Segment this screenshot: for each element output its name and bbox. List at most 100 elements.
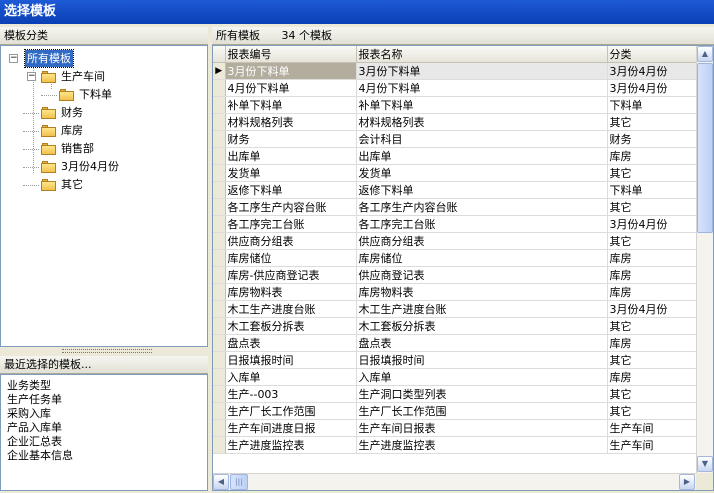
cell-report-name[interactable]: 补单下料单 (356, 96, 608, 114)
recent-templates-list[interactable]: 业务类型 生产任务单 采购入库 产品入库单 企业汇总表 企业基本信息 (0, 374, 208, 491)
cell-category[interactable]: 库房 (607, 334, 697, 352)
cell-report-id[interactable]: 库房储位 (225, 249, 357, 267)
cell-report-name[interactable]: 各工序生产内容台账 (356, 198, 608, 216)
table-row[interactable]: 木工套板分拆表 木工套板分拆表 其它 (213, 317, 697, 335)
cell-category[interactable]: 库房 (607, 147, 697, 165)
cell-category[interactable]: 其它 (607, 385, 697, 403)
cell-report-id[interactable]: 盘点表 (225, 334, 357, 352)
cell-report-name[interactable]: 生产洞口类型列表 (356, 385, 608, 403)
cell-report-name[interactable]: 3月份下料单 (356, 62, 608, 80)
recent-template-item[interactable]: 产品入库单 (7, 421, 62, 435)
cell-report-name[interactable]: 日报填报时间 (356, 351, 608, 369)
table-row[interactable]: 返修下料单 返修下料单 下料单 (213, 181, 697, 199)
table-row[interactable]: 各工序完工台账 各工序完工台账 3月份4月份 (213, 215, 697, 233)
tree-node[interactable]: 销售部 (1, 140, 207, 157)
cell-category[interactable]: 其它 (607, 351, 697, 369)
cell-category[interactable]: 其它 (607, 317, 697, 335)
column-header-category[interactable]: 分类 (607, 46, 697, 63)
cell-category[interactable]: 库房 (607, 368, 697, 386)
tree-node[interactable]: 库房 (1, 122, 207, 139)
cell-report-id[interactable]: 库房-供应商登记表 (225, 266, 357, 284)
table-row[interactable]: 生产车间进度日报 生产车间日报表 生产车间 (213, 419, 697, 437)
cell-category[interactable]: 生产车间 (607, 419, 697, 437)
recent-template-item[interactable]: 采购入库 (7, 407, 51, 421)
recent-template-item[interactable]: 企业基本信息 (7, 449, 73, 463)
cell-report-name[interactable]: 供应商登记表 (356, 266, 608, 284)
cell-report-id[interactable]: 生产厂长工作范围 (225, 402, 357, 420)
cell-category[interactable]: 其它 (607, 113, 697, 131)
cell-report-name[interactable]: 库房储位 (356, 249, 608, 267)
cell-category[interactable]: 库房 (607, 283, 697, 301)
cell-category[interactable]: 库房 (607, 249, 697, 267)
cell-report-name[interactable]: 盘点表 (356, 334, 608, 352)
cell-report-name[interactable]: 会计科目 (356, 130, 608, 148)
table-row[interactable]: 库房物料表 库房物料表 库房 (213, 283, 697, 301)
scroll-right-button[interactable]: ▶ (679, 474, 695, 490)
cell-report-id[interactable]: 返修下料单 (225, 181, 357, 199)
cell-category[interactable]: 生产车间 (607, 436, 697, 454)
cell-category[interactable]: 3月份4月份 (607, 215, 697, 233)
cell-report-id[interactable]: 库房物料表 (225, 283, 357, 301)
cell-report-name[interactable]: 发货单 (356, 164, 608, 182)
table-row[interactable]: 库房储位 库房储位 库房 (213, 249, 697, 267)
cell-report-id[interactable]: 3月份下料单 (225, 62, 357, 80)
cell-report-name[interactable]: 库房物料表 (356, 283, 608, 301)
tree-node[interactable]: 下料单 (1, 86, 207, 103)
table-row[interactable]: 发货单 发货单 其它 (213, 164, 697, 182)
table-row[interactable]: 4月份下料单 4月份下料单 3月份4月份 (213, 79, 697, 97)
cell-report-name[interactable]: 材料规格列表 (356, 113, 608, 131)
cell-category[interactable]: 库房 (607, 266, 697, 284)
table-row[interactable]: 生产厂长工作范围 生产厂长工作范围 其它 (213, 402, 697, 420)
cell-category[interactable]: 3月份4月份 (607, 62, 697, 80)
table-row[interactable]: 木工生产进度台账 木工生产进度台账 3月份4月份 (213, 300, 697, 318)
recent-template-item[interactable]: 业务类型 (7, 379, 51, 393)
tree-node[interactable]: 3月份4月份 (1, 158, 207, 175)
category-tree[interactable]: − 所有模板 − 生产车间 下料单 财务 库房 销售部 3月份4月份 其它 (0, 45, 208, 347)
table-row[interactable]: 出库单 出库单 库房 (213, 147, 697, 165)
cell-category[interactable]: 3月份4月份 (607, 300, 697, 318)
table-row[interactable]: 库房-供应商登记表 供应商登记表 库房 (213, 266, 697, 284)
template-grid[interactable]: 报表编号 报表名称 分类 ▶ 3月份下料单 3月份下料单 3月份4月份 4月份下料单 4月… (212, 45, 714, 491)
cell-report-id[interactable]: 生产进度监控表 (225, 436, 357, 454)
column-header-report-id[interactable]: 报表编号 (225, 46, 357, 63)
table-row[interactable]: 生产进度监控表 生产进度监控表 生产车间 (213, 436, 697, 454)
table-row[interactable]: 生产--003 生产洞口类型列表 其它 (213, 385, 697, 403)
horizontal-scrollbar[interactable]: ◀ ||| ▶ (213, 473, 696, 490)
cell-report-name[interactable]: 4月份下料单 (356, 79, 608, 97)
cell-category[interactable]: 其它 (607, 198, 697, 216)
table-row[interactable]: 材料规格列表 材料规格列表 其它 (213, 113, 697, 131)
cell-report-name[interactable]: 供应商分组表 (356, 232, 608, 250)
tree-node[interactable]: − 所有模板 (1, 49, 207, 68)
cell-report-name[interactable]: 入库单 (356, 368, 608, 386)
cell-report-id[interactable]: 入库单 (225, 368, 357, 386)
scroll-up-button[interactable]: ▲ (697, 46, 713, 62)
cell-report-id[interactable]: 材料规格列表 (225, 113, 357, 131)
cell-report-name[interactable]: 返修下料单 (356, 181, 608, 199)
panel-splitter[interactable] (0, 347, 208, 355)
cell-report-id[interactable]: 日报填报时间 (225, 351, 357, 369)
cell-report-id[interactable]: 补单下料单 (225, 96, 357, 114)
cell-report-name[interactable]: 生产厂长工作范围 (356, 402, 608, 420)
table-row[interactable]: 日报填报时间 日报填报时间 其它 (213, 351, 697, 369)
cell-report-name[interactable]: 出库单 (356, 147, 608, 165)
cell-category[interactable]: 其它 (607, 402, 697, 420)
column-header-report-name[interactable]: 报表名称 (356, 46, 608, 63)
vertical-scrollbar[interactable]: ▲ ▼ (696, 46, 713, 473)
cell-report-name[interactable]: 生产车间日报表 (356, 419, 608, 437)
cell-category[interactable]: 财务 (607, 130, 697, 148)
tree-collapse-toggle[interactable]: − (9, 54, 18, 63)
cell-report-name[interactable]: 各工序完工台账 (356, 215, 608, 233)
cell-category[interactable]: 下料单 (607, 181, 697, 199)
cell-report-id[interactable]: 各工序生产内容台账 (225, 198, 357, 216)
cell-report-id[interactable]: 发货单 (225, 164, 357, 182)
cell-report-id[interactable]: 生产--003 (225, 385, 357, 403)
cell-report-id[interactable]: 财务 (225, 130, 357, 148)
cell-category[interactable]: 其它 (607, 232, 697, 250)
cell-category[interactable]: 3月份4月份 (607, 79, 697, 97)
cell-report-name[interactable]: 生产进度监控表 (356, 436, 608, 454)
cell-report-id[interactable]: 生产车间进度日报 (225, 419, 357, 437)
tree-node[interactable]: − 生产车间 (1, 68, 207, 85)
cell-report-id[interactable]: 木工生产进度台账 (225, 300, 357, 318)
cell-category[interactable]: 其它 (607, 164, 697, 182)
cell-report-name[interactable]: 木工生产进度台账 (356, 300, 608, 318)
